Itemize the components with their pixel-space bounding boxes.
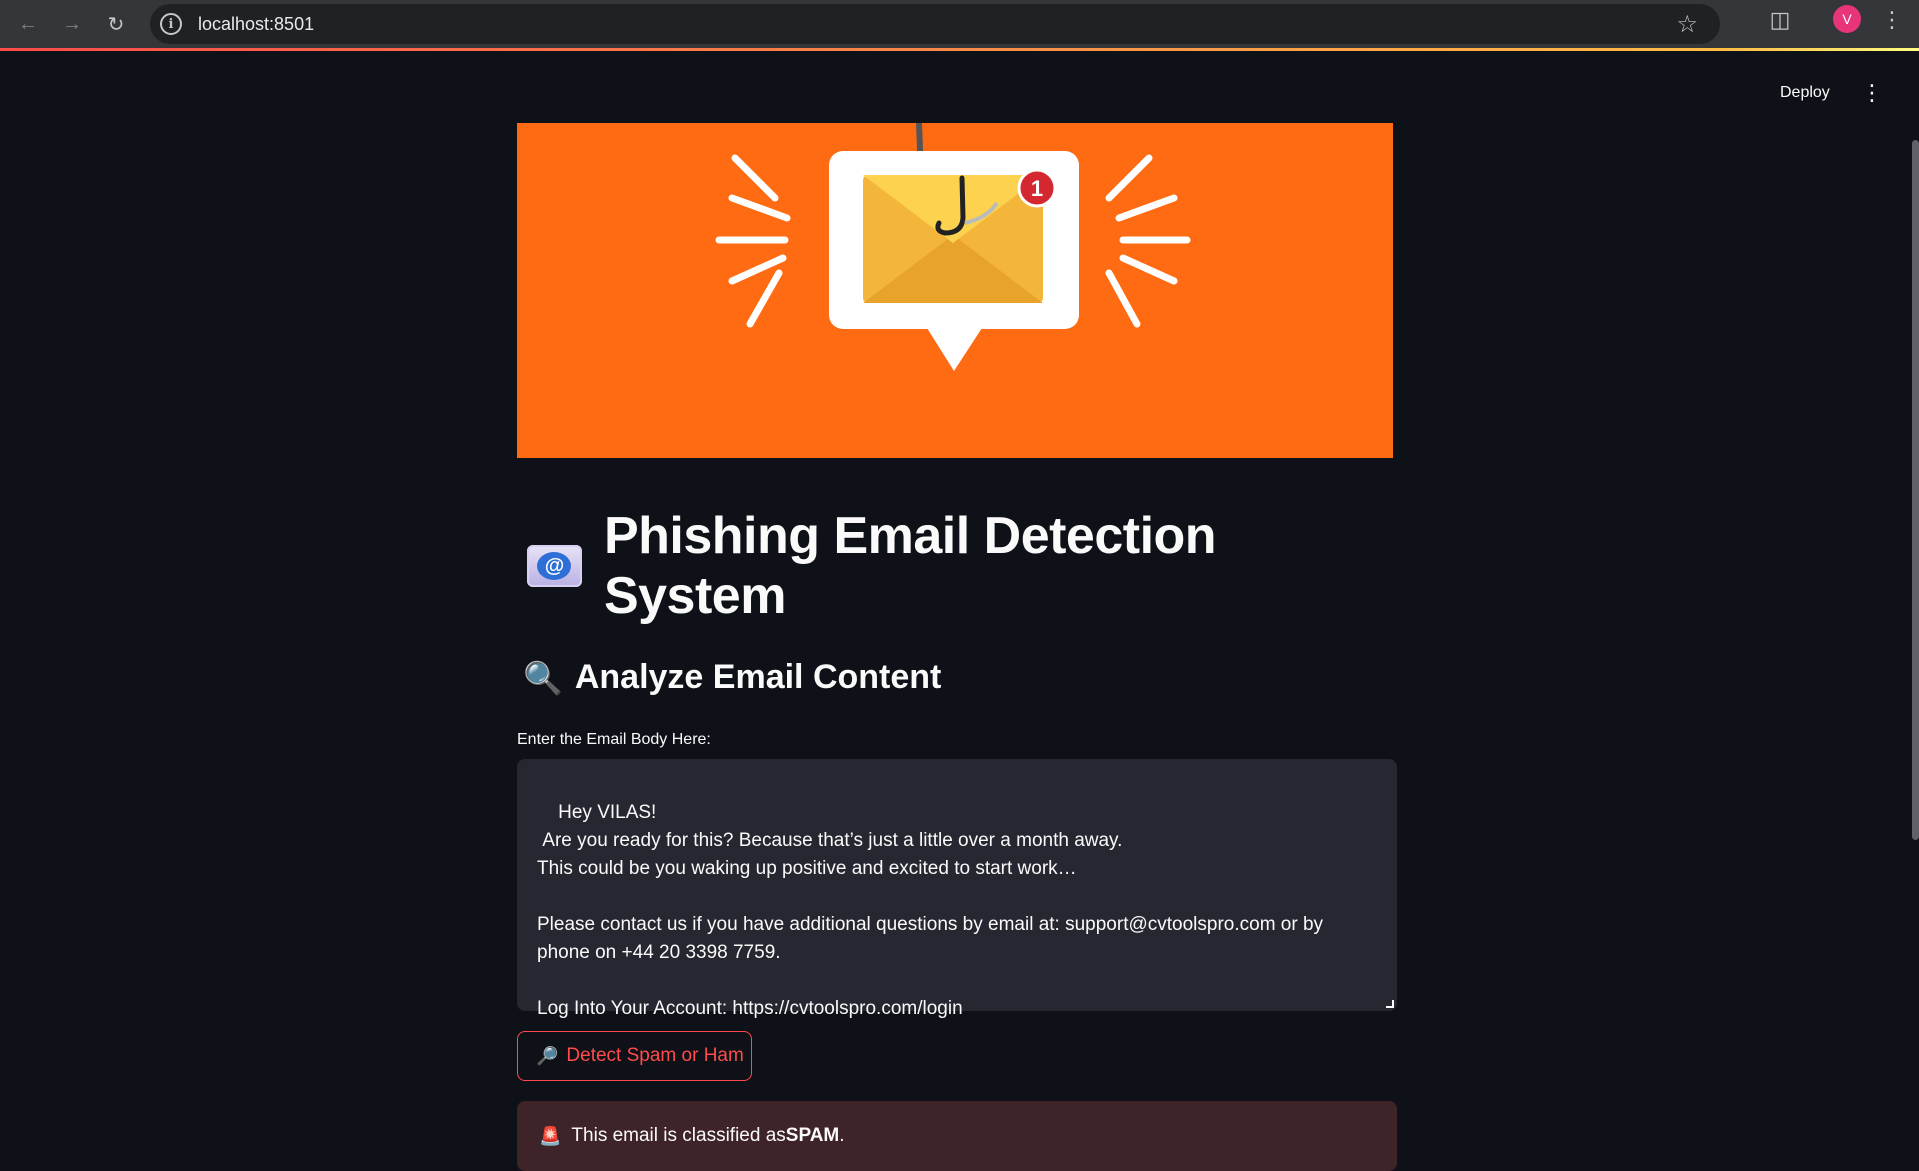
email-envelope-icon: @	[527, 545, 582, 587]
result-classification: SPAM	[785, 1125, 840, 1146]
deploy-button[interactable]: Deploy	[1770, 78, 1840, 108]
magnifying-glass-icon: 🔍	[523, 659, 563, 696]
phishing-banner-image: 1	[517, 123, 1393, 458]
spam-result-alert: 🚨 This email is classified as SPAM .	[517, 1101, 1397, 1171]
email-body-label: Enter the Email Body Here:	[517, 731, 711, 748]
forward-arrow-icon[interactable]: →	[50, 7, 94, 43]
reload-icon[interactable]: ↻	[94, 7, 138, 43]
section-heading-row: 🔍 Analyze Email Content	[517, 658, 1397, 697]
browser-toolbar: ← → ↻ i localhost:8501 ☆ ◫ V ⋮	[0, 0, 1919, 49]
site-info-icon[interactable]: i	[160, 13, 182, 35]
page-scrollbar[interactable]	[1912, 140, 1919, 840]
detect-button-label: Detect Spam or Ham	[566, 1045, 744, 1066]
profile-avatar[interactable]: V	[1833, 5, 1861, 33]
main-container: 1 @ Phishing Email Detection System 🔍 An…	[517, 123, 1397, 1171]
browser-menu-icon[interactable]: ⋮	[1880, 4, 1904, 36]
siren-icon: 🚨	[539, 1125, 562, 1146]
section-heading: Analyze Email Content	[574, 658, 942, 696]
phishing-hook-illustration: 1	[715, 123, 1191, 371]
textarea-resize-handle[interactable]	[1386, 1000, 1394, 1008]
result-text-prefix: This email is classified as	[571, 1125, 786, 1146]
email-body-text[interactable]: Hey VILAS! Are you ready for this? Becau…	[537, 802, 1323, 1019]
url-text[interactable]: localhost:8501	[198, 14, 314, 35]
result-text-suffix: .	[839, 1125, 845, 1146]
notification-badge-count: 1	[1031, 176, 1043, 201]
page-title-row: @ Phishing Email Detection System	[517, 506, 1397, 626]
main-menu-icon[interactable]: ⋮	[1860, 80, 1884, 106]
page-title: Phishing Email Detection System	[603, 507, 1217, 625]
bookmark-star-icon[interactable]: ☆	[1676, 10, 1698, 39]
address-bar[interactable]: i localhost:8501 ☆	[150, 4, 1720, 44]
email-body-textarea[interactable]: Hey VILAS! Are you ready for this? Becau…	[517, 759, 1397, 1019]
back-arrow-icon[interactable]: ←	[6, 7, 50, 43]
app-decoration-bar	[0, 48, 1919, 51]
extensions-puzzle-icon[interactable]: ◫	[1766, 6, 1794, 34]
